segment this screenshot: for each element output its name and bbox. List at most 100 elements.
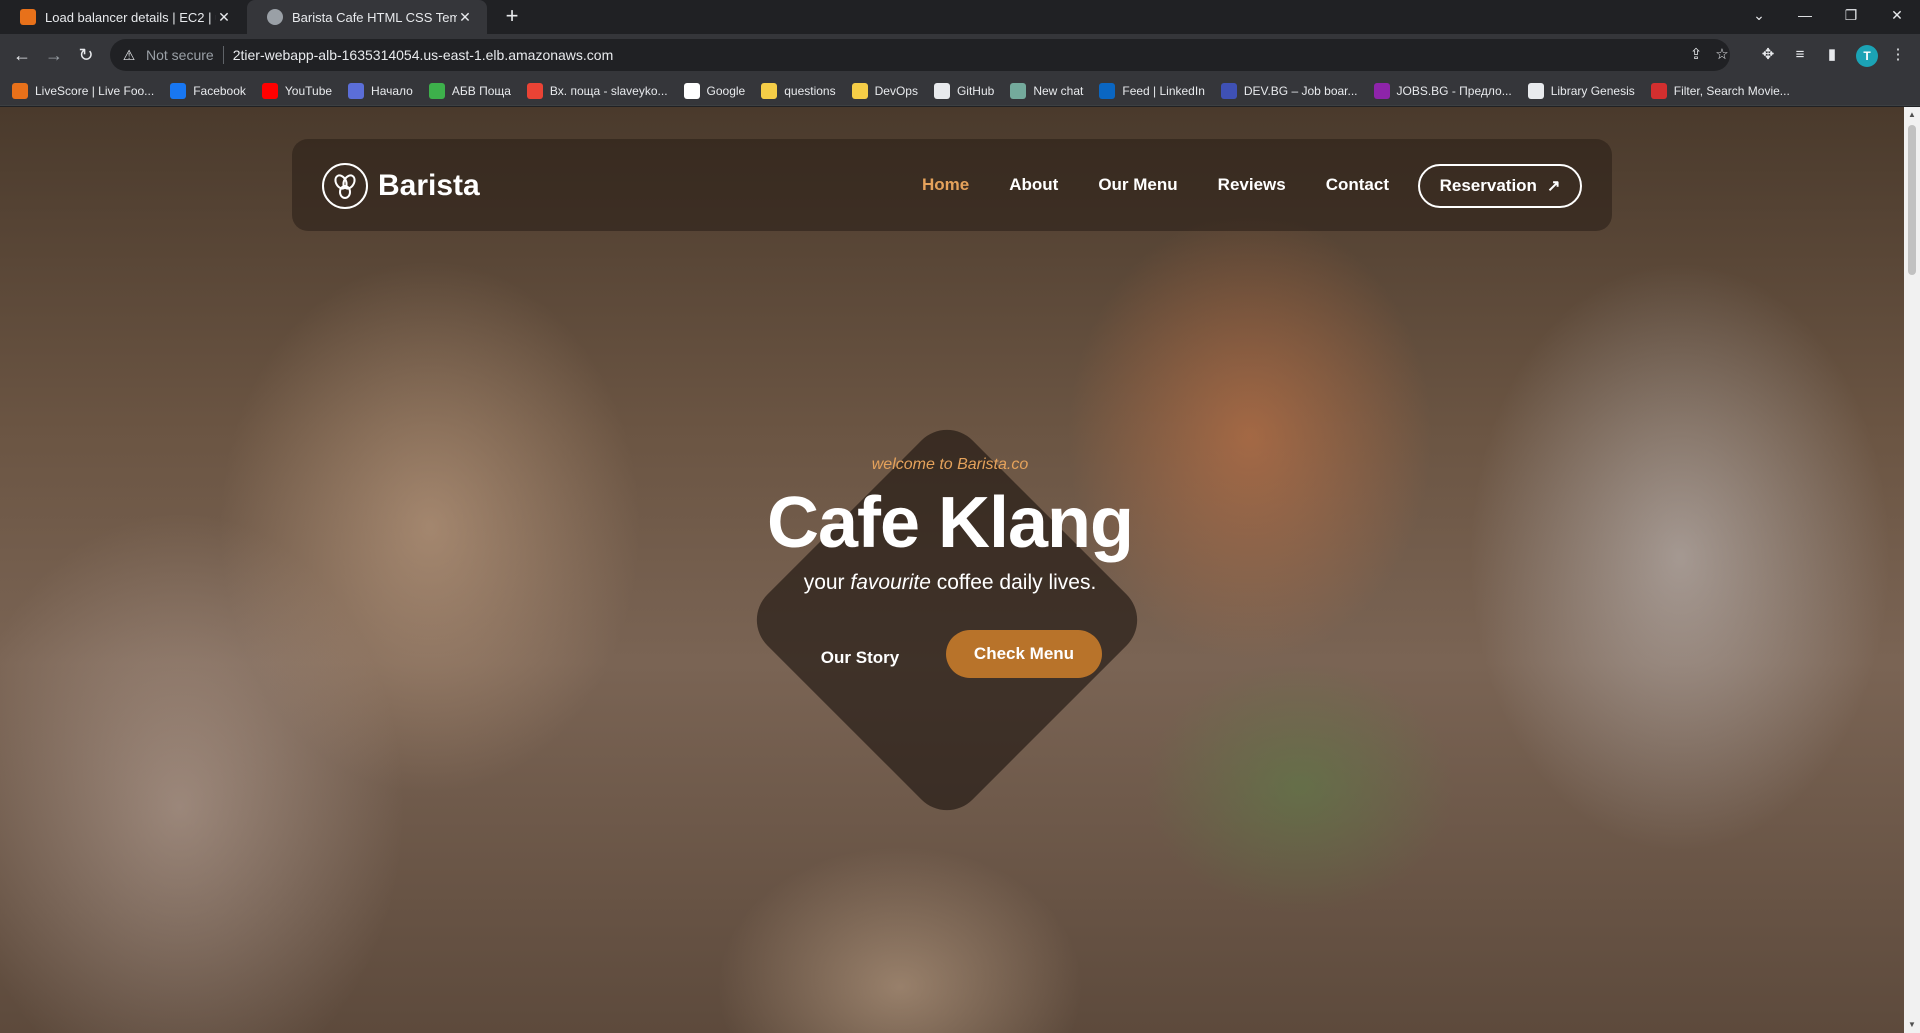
bookmark-favicon-icon	[761, 82, 778, 99]
bookmark-label: JOBS.BG - Предло...	[1396, 83, 1512, 98]
bookmark-favicon-icon	[12, 82, 28, 99]
bookmarks-bar: LiveScore | Live Foo... Facebook YouTube На…	[0, 76, 1920, 106]
hero-welcome: welcome to Barista.co	[871, 456, 1029, 473]
brand-logo-link[interactable]: Barista	[322, 163, 480, 209]
bookmark-favicon-icon	[261, 82, 278, 99]
bookmark-label: АБВ Поща	[451, 83, 511, 98]
hero-tagline: your favourite coffee daily lives.	[660, 571, 1240, 595]
aws-favicon-icon	[20, 9, 36, 25]
new-tab-button[interactable]: +	[500, 5, 524, 29]
reload-icon[interactable]: ↻	[74, 43, 98, 67]
tab-search-icon[interactable]: ⌄	[1736, 0, 1782, 30]
back-icon[interactable]: ←	[10, 43, 34, 67]
bookmark-item[interactable]: DEV.BG – Job boar...	[1220, 82, 1358, 99]
close-tab-icon[interactable]: ✕	[216, 9, 232, 26]
forward-icon[interactable]: →	[42, 43, 66, 67]
bookmark-favicon-icon	[683, 82, 700, 99]
security-status[interactable]: Not secure	[146, 47, 214, 63]
bookmark-label: Начало	[371, 83, 413, 98]
warning-icon[interactable]: ⚠	[120, 47, 138, 64]
close-tab-icon[interactable]: ✕	[457, 9, 473, 26]
bookmark-item[interactable]: YouTube	[261, 82, 333, 99]
more-menu-icon[interactable]: ⋮	[1888, 45, 1908, 65]
our-story-link[interactable]: Our Story	[800, 648, 920, 668]
close-window-button[interactable]: ✕	[1874, 0, 1920, 30]
bookmark-favicon-icon	[1373, 82, 1390, 99]
nav-home[interactable]: Home	[922, 175, 969, 195]
bookmark-label: GitHub	[956, 83, 995, 98]
bookmark-item[interactable]: Google	[683, 82, 746, 99]
coffee-beans-icon	[322, 163, 368, 209]
media-control-icon[interactable]: ≡	[1790, 45, 1810, 65]
bookmark-favicon-icon	[1650, 82, 1667, 99]
address-bar[interactable]: ⚠ Not secure 2tier-webapp-alb-1635314054…	[110, 39, 1730, 71]
tagline-before: your	[803, 571, 851, 594]
bookmark-favicon-icon	[526, 82, 543, 99]
reservation-label: Reservation	[1439, 176, 1537, 195]
tab-title: Load balancer details | EC2 | us-east-1	[45, 9, 216, 25]
tab-title: Barista Cafe HTML CSS Template	[292, 9, 457, 25]
bookmark-favicon-icon	[1527, 82, 1544, 99]
bookmark-label: DevOps	[874, 83, 918, 98]
bookmark-item[interactable]: Filter, Search Movie...	[1650, 82, 1790, 99]
tab-barista[interactable]: Barista Cafe HTML CSS Template ✕	[247, 0, 487, 34]
profile-avatar[interactable]: T	[1856, 45, 1878, 67]
bookmark-label: Library Genesis	[1550, 83, 1635, 98]
brand-name: Barista	[378, 169, 480, 202]
scrollbar-thumb[interactable]	[1908, 125, 1916, 275]
bookmark-item[interactable]: LiveScore | Live Foo...	[12, 82, 155, 99]
nav-reviews[interactable]: Reviews	[1218, 175, 1286, 195]
bookmark-item[interactable]: JOBS.BG - Предло...	[1373, 82, 1512, 99]
bookmark-item[interactable]: Library Genesis	[1527, 82, 1635, 99]
bookmark-label: Google	[706, 83, 746, 98]
bookmark-label: questions	[784, 83, 836, 98]
bookmark-favicon-icon	[1220, 82, 1237, 99]
url-text[interactable]: 2tier-webapp-alb-1635314054.us-east-1.el…	[233, 47, 614, 63]
bookmark-item[interactable]: questions	[761, 82, 836, 99]
hero-diamond-backdrop	[741, 414, 1153, 826]
bookmark-item[interactable]: Feed | LinkedIn	[1099, 82, 1205, 99]
arrow-up-right-icon: ↗	[1546, 178, 1561, 195]
page-viewport: Barista Home About Our Menu Reviews Cont…	[0, 107, 1904, 1033]
bookmark-item[interactable]: Вх. поща - slaveyko...	[526, 82, 668, 99]
side-panel-icon[interactable]: ▮	[1822, 45, 1842, 65]
bookmark-favicon-icon	[1010, 82, 1027, 99]
bookmark-favicon-icon	[348, 82, 365, 99]
check-menu-button[interactable]: Check Menu	[946, 630, 1102, 678]
bookmark-item[interactable]: АБВ Поща	[428, 82, 511, 99]
divider	[222, 46, 224, 64]
bookmark-label: New chat	[1033, 83, 1084, 98]
bookmark-item[interactable]: New chat	[1010, 82, 1084, 99]
reservation-button[interactable]: Reservation ↗	[1418, 164, 1582, 208]
minimize-button[interactable]: —	[1782, 0, 1828, 30]
globe-favicon-icon	[267, 9, 283, 25]
bookmark-item[interactable]: GitHub	[933, 82, 995, 99]
hero-title: Cafe Klang	[766, 483, 1134, 563]
bookmark-label: Feed | LinkedIn	[1122, 83, 1205, 98]
browser-toolbar: ← → ↻ ⚠ Not secure 2tier-webapp-alb-1635…	[0, 34, 1920, 76]
extensions-icon[interactable]: ✥	[1758, 45, 1778, 65]
bookmark-favicon-icon	[851, 82, 868, 99]
scroll-down-icon[interactable]: ▼	[1904, 1017, 1920, 1033]
bookmark-favicon-icon	[428, 82, 445, 99]
bookmark-item[interactable]: DevOps	[851, 82, 918, 99]
tab-strip: Load balancer details | EC2 | us-east-1 …	[0, 0, 1920, 34]
bookmark-favicon-icon	[170, 82, 187, 99]
tagline-after: coffee daily lives.	[930, 571, 1097, 594]
restore-button[interactable]: ❐	[1828, 0, 1874, 30]
bookmark-label: DEV.BG – Job boar...	[1243, 83, 1358, 98]
bookmark-star-icon[interactable]: ☆	[1712, 45, 1732, 65]
bookmark-favicon-icon	[933, 82, 950, 99]
bookmark-item[interactable]: Начало	[348, 82, 413, 99]
bookmark-label: YouTube	[284, 83, 333, 98]
scroll-up-icon[interactable]: ▲	[1904, 107, 1920, 123]
page-scrollbar[interactable]: ▲ ▼	[1904, 107, 1920, 1033]
nav-contact[interactable]: Contact	[1326, 175, 1389, 195]
nav-about[interactable]: About	[1009, 175, 1058, 195]
bookmark-label: LiveScore | Live Foo...	[35, 83, 155, 98]
bookmark-item[interactable]: Facebook	[170, 82, 246, 99]
share-icon[interactable]: ⇪	[1686, 45, 1706, 65]
tab-load-balancer[interactable]: Load balancer details | EC2 | us-east-1 …	[0, 0, 246, 34]
nav-our-menu[interactable]: Our Menu	[1098, 175, 1177, 195]
bookmark-label: Facebook	[193, 83, 246, 98]
